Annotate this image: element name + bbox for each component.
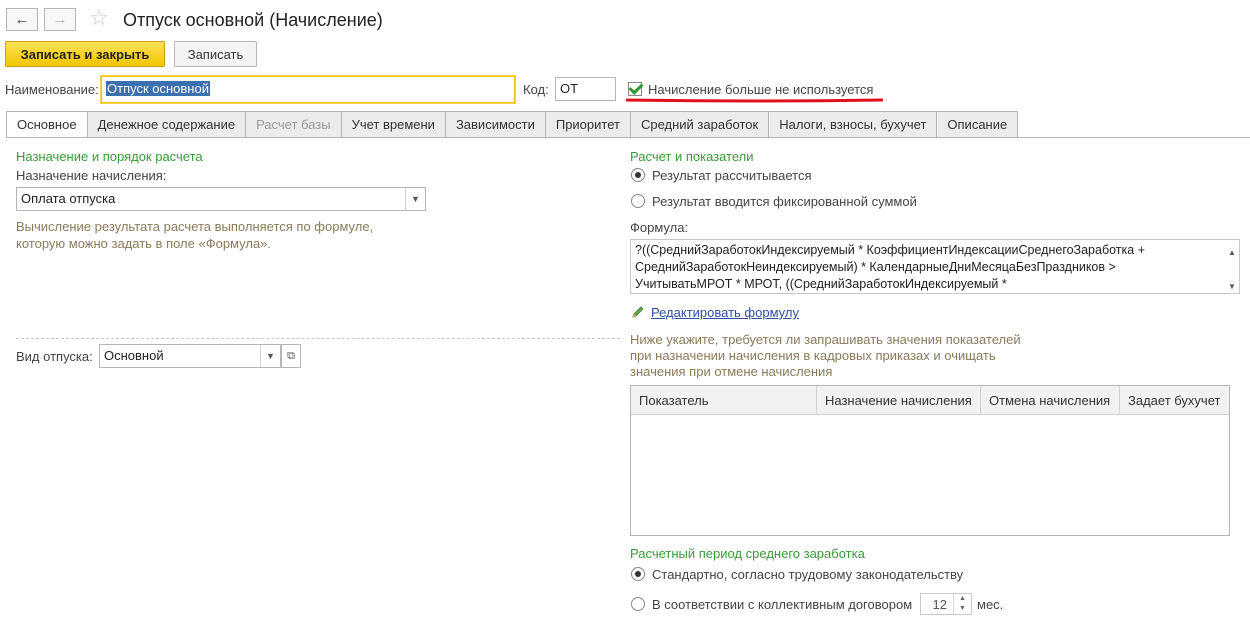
indicators-hint-line3: значения при отмене начисления	[630, 364, 833, 379]
vacation-type-value: Основной	[104, 348, 164, 363]
pencil-icon	[632, 306, 644, 318]
code-field[interactable]: ОТ	[555, 77, 616, 101]
tab-priority[interactable]: Приоритет	[545, 111, 631, 138]
chevron-down-icon[interactable]: ▼	[405, 188, 425, 210]
vacation-type-label: Вид отпуска:	[16, 349, 93, 364]
edit-formula-link[interactable]: Редактировать формулу	[651, 305, 799, 320]
tab-main[interactable]: Основное	[6, 111, 88, 138]
formula-line: ?((СреднийЗаработокИндексируемый * Коэфф…	[635, 243, 1145, 257]
radio-collective[interactable]	[631, 597, 645, 611]
formula-label: Формула:	[630, 220, 689, 235]
purpose-label: Назначение начисления:	[16, 168, 167, 183]
code-field-value: ОТ	[560, 81, 579, 96]
name-field[interactable]: Отпуск основной	[101, 76, 515, 103]
unused-label[interactable]: Начисление больше не используется	[648, 82, 873, 97]
tab-bar: Основное Денежное содержание Расчет базы…	[6, 111, 1019, 138]
avg-period-section-title: Расчетный период среднего заработка	[630, 546, 865, 561]
column-header-accounting[interactable]: Задает бухучет	[1120, 386, 1229, 415]
months-value: 12	[932, 597, 947, 612]
section-divider	[16, 338, 620, 339]
arrow-right-icon: →	[52, 11, 68, 28]
tab-average-earnings[interactable]: Средний заработок	[630, 111, 770, 138]
red-underline-annotation	[626, 98, 883, 103]
radio-calculated[interactable]	[631, 168, 645, 182]
indicators-hint-line2: при назначении начисления в кадровых при…	[630, 348, 996, 363]
arrow-left-icon: ←	[14, 11, 30, 28]
stepper-arrows-icon[interactable]: ▲ ▼	[953, 594, 971, 614]
formula-line: СреднийЗаработокНеиндексируемый) * Кален…	[635, 260, 1116, 274]
radio-collective-label: В соответствии с коллективным договором	[652, 597, 913, 612]
indicators-hint-line1: Ниже укажите, требуется ли запрашивать з…	[630, 332, 1021, 347]
page-title: Отпуск основной (Начисление)	[123, 10, 383, 30]
tab-divider	[6, 137, 1250, 138]
back-button[interactable]: ←	[6, 8, 38, 31]
save-button[interactable]: Записать	[174, 41, 257, 67]
chevron-down-icon[interactable]: ▼	[260, 345, 280, 367]
calc-section-title: Расчет и показатели	[630, 149, 754, 164]
open-icon[interactable]: ⧉	[281, 344, 301, 368]
purpose-select-value: Оплата отпуска	[21, 191, 116, 206]
formula-hint-line1: Вычисление результата расчета выполняетс…	[16, 219, 374, 234]
indicators-table[interactable]: Показатель Назначение начисления Отмена …	[630, 385, 1230, 536]
name-field-value: Отпуск основной	[106, 81, 210, 96]
radio-calculated-label: Результат рассчитывается	[652, 168, 812, 183]
radio-standard[interactable]	[631, 567, 645, 581]
months-unit-label: мес.	[977, 597, 1004, 612]
save-and-close-button[interactable]: Записать и закрыть	[5, 41, 165, 67]
radio-standard-label: Стандартно, согласно трудовому законодат…	[652, 567, 964, 582]
purpose-select[interactable]: Оплата отпуска ▼	[16, 187, 426, 211]
tab-time-tracking[interactable]: Учет времени	[341, 111, 446, 138]
formula-hint-line2: которую можно задать в поле «Формула».	[16, 236, 272, 251]
indicators-table-header: Показатель Назначение начисления Отмена …	[631, 386, 1229, 415]
unused-checkbox[interactable]	[628, 82, 642, 96]
scroll-up-icon[interactable]: ▲	[1227, 244, 1237, 261]
radio-fixed[interactable]	[631, 194, 645, 208]
radio-fixed-label: Результат вводится фиксированной суммой	[652, 194, 917, 209]
tab-salary[interactable]: Денежное содержание	[87, 111, 247, 138]
vacation-type-select[interactable]: Основной ▼	[99, 344, 281, 368]
scroll-down-icon[interactable]: ▼	[1227, 278, 1237, 293]
tab-base-calc[interactable]: Расчет базы	[246, 111, 342, 138]
forward-button[interactable]: →	[44, 8, 76, 31]
purpose-section-title: Назначение и порядок расчета	[16, 149, 203, 164]
tab-dependencies[interactable]: Зависимости	[445, 111, 546, 138]
name-label: Наименование:	[5, 82, 99, 97]
formula-textarea[interactable]: ?((СреднийЗаработокИндексируемый * Коэфф…	[630, 239, 1240, 294]
column-header-cancel[interactable]: Отмена начисления	[981, 386, 1120, 415]
months-stepper[interactable]: 12 ▲ ▼	[920, 593, 972, 615]
column-header-assignment[interactable]: Назначение начисления	[817, 386, 981, 415]
column-header-indicator[interactable]: Показатель	[631, 386, 817, 415]
code-label: Код:	[523, 82, 549, 97]
formula-line: УчитыватьМРОТ * МРОТ, ((СреднийЗаработок…	[635, 277, 1007, 291]
favorite-star-icon[interactable]: ☆	[89, 6, 109, 30]
tab-description[interactable]: Описание	[937, 111, 1019, 138]
tab-taxes[interactable]: Налоги, взносы, бухучет	[769, 111, 938, 138]
